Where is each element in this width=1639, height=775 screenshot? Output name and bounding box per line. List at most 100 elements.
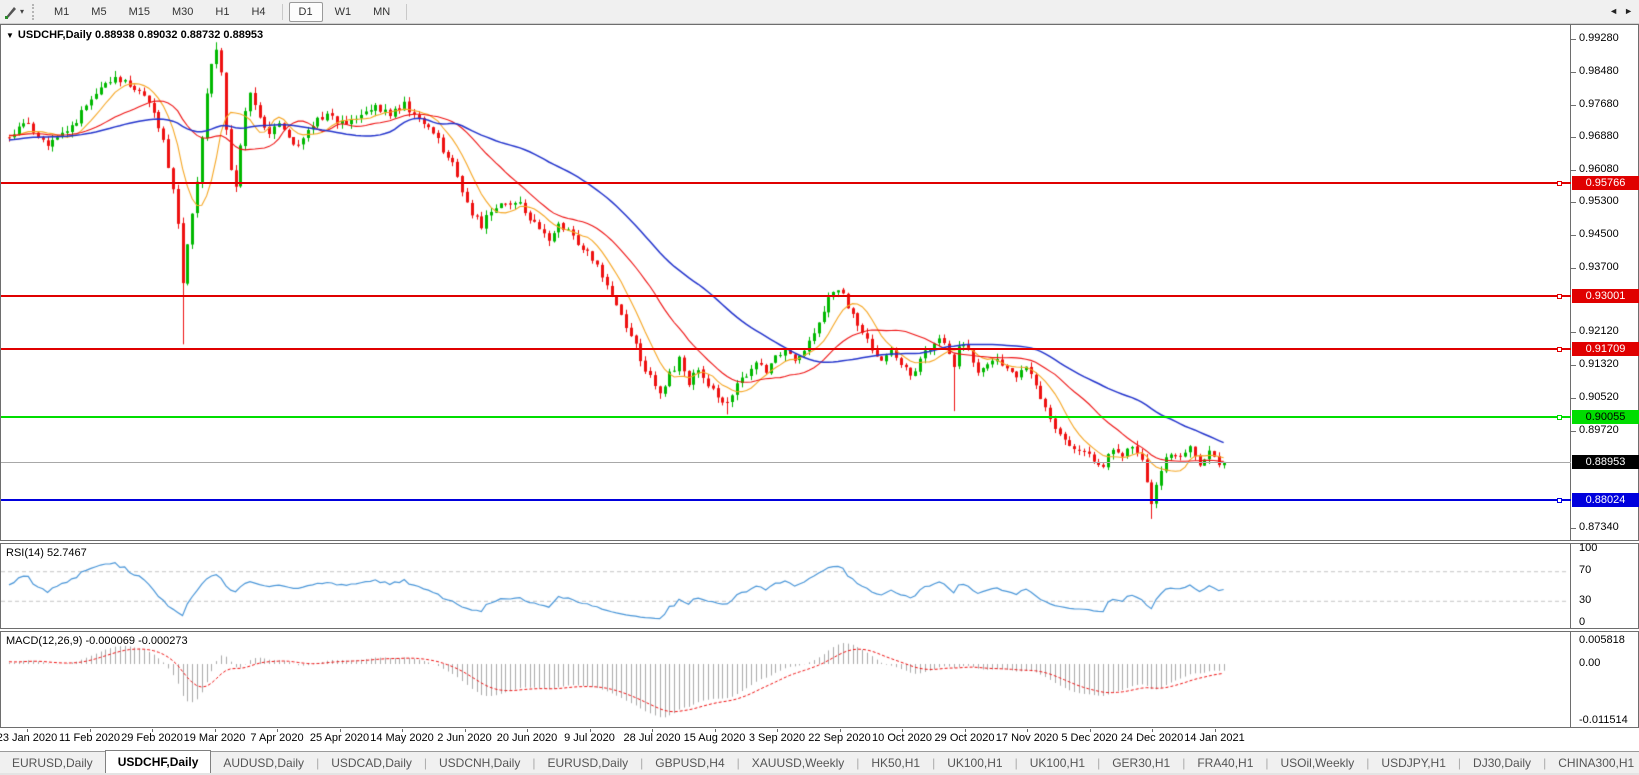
chart-tab-usdchf-daily[interactable]: USDCHF,Daily — [104, 750, 212, 773]
chart-tab-fra40-h1[interactable]: FRA40,H1 — [1185, 753, 1265, 774]
macd-axis-label: 0.005818 — [1579, 634, 1625, 646]
chart-tab-eurusd-daily[interactable]: EURUSD,Daily — [535, 753, 640, 774]
chart-tab-usdcnh-daily[interactable]: USDCNH,Daily — [427, 753, 532, 774]
toolbar-separator — [406, 3, 408, 20]
chart-dropdown-icon[interactable]: ▼ — [6, 31, 14, 40]
line-handle[interactable] — [1557, 415, 1562, 421]
date-axis-label: 17 Nov 2020 — [995, 732, 1059, 744]
price-axis-label: 0.96080 — [1579, 163, 1619, 176]
date-axis-label: 14 Jan 2021 — [1184, 732, 1245, 744]
price-axis-tick-mark — [1571, 170, 1576, 172]
line-handle[interactable] — [1557, 347, 1562, 353]
horizontal-level-line[interactable] — [1, 499, 1571, 502]
macd-axis-label: 0.00 — [1579, 657, 1601, 669]
date-axis-label: 25 Apr 2020 — [309, 732, 370, 744]
price-axis-label: 0.94500 — [1579, 227, 1619, 240]
price-axis-label: 0.97680 — [1579, 97, 1619, 110]
timeframe-button-d1[interactable]: D1 — [288, 1, 323, 22]
chart-tab-dj30-daily[interactable]: DJ30,Daily — [1461, 753, 1543, 774]
price-axis-label: 0.89720 — [1579, 423, 1619, 436]
macd-canvas[interactable] — [1, 632, 1569, 727]
chart-tab-hk50-h1[interactable]: HK50,H1 — [859, 753, 932, 774]
chart-tab-usdcad-daily[interactable]: USDCAD,Daily — [319, 753, 424, 774]
timeframe-button-h4[interactable]: H4 — [241, 2, 275, 22]
toolbar-grip[interactable] — [32, 3, 39, 20]
chart-tab-usoil-weekly[interactable]: USOil,Weekly — [1269, 753, 1367, 774]
price-axis-label: 0.87340 — [1579, 521, 1619, 534]
timeframe-button-h1[interactable]: H1 — [205, 2, 239, 22]
timeframe-button-w1[interactable]: W1 — [325, 2, 362, 22]
price-axis-label: 0.96880 — [1579, 130, 1619, 143]
price-axis-label: 0.95300 — [1579, 195, 1619, 208]
tab-scroll-left-icon[interactable]: ◄ — [1609, 6, 1618, 16]
line-handle[interactable] — [1557, 294, 1562, 300]
price-axis-tick-mark — [1571, 202, 1576, 204]
price-axis-tick-mark — [1571, 398, 1576, 400]
price-chart-panel[interactable]: ▼ USDCHF,Daily 0.88938 0.89032 0.88732 0.… — [0, 24, 1639, 541]
line-handle[interactable] — [1557, 181, 1562, 187]
price-level-badge: 0.91709 — [1572, 342, 1639, 357]
date-axis-label: 28 Jul 2020 — [623, 732, 681, 744]
chart-tab-uk100-h1[interactable]: UK100,H1 — [1018, 753, 1097, 774]
rsi-indicator-panel[interactable]: RSI(14) 52.7467 100 70 30 0 — [0, 542, 1639, 629]
macd-indicator-panel[interactable]: MACD(12,26,9) -0.000069 -0.000273 0.0058… — [0, 631, 1639, 728]
price-axis-label: 0.92120 — [1579, 325, 1619, 338]
timeframe-button-m30[interactable]: M30 — [162, 2, 203, 22]
date-axis[interactable]: 23 Jan 2020 11 Feb 2020 29 Feb 2020 19 Mar … — [0, 729, 1639, 748]
chevron-down-icon[interactable]: ▾ — [20, 7, 24, 16]
chart-tool-button[interactable]: ▾ — [0, 0, 28, 23]
chart-ohlc-values: 0.88938 0.89032 0.88732 0.88953 — [94, 29, 264, 41]
chart-tab-uk100-h1[interactable]: UK100,H1 — [935, 753, 1014, 774]
toolbar-separator — [281, 3, 283, 20]
date-axis-label: 22 Sep 2020 — [808, 732, 871, 744]
chart-tab-bar: EURUSD,Daily USDCHF,Daily AUDUSD,Daily | USD… — [0, 750, 1639, 774]
price-axis-label: 0.91320 — [1579, 358, 1619, 371]
price-axis-tick-mark — [1571, 39, 1576, 40]
price-axis-tick-mark — [1571, 71, 1576, 73]
price-axis-tick-mark — [1571, 365, 1576, 367]
current-price-line — [1, 462, 1571, 464]
line-handle[interactable] — [1557, 498, 1562, 504]
rsi-axis-label: 100 — [1579, 542, 1598, 554]
date-axis-label: 29 Oct 2020 — [934, 732, 995, 744]
chart-tab-audusd-daily[interactable]: AUDUSD,Daily — [211, 753, 316, 774]
tab-scroll-right-icon[interactable]: ► — [1624, 6, 1633, 16]
price-axis-tick-mark — [1571, 104, 1576, 106]
timeframe-button-m5[interactable]: M5 — [81, 2, 116, 22]
rsi-plot-area[interactable] — [1, 544, 1571, 628]
horizontal-level-line[interactable] — [1, 295, 1571, 298]
tab-scroll-buttons: ◄ ► — [1605, 4, 1637, 18]
date-axis-label: 14 May 2020 — [370, 732, 434, 744]
current-price-badge: 0.88953 — [1572, 455, 1639, 470]
price-axis-tick-mark — [1571, 137, 1576, 139]
chart-tab-eurusd-daily[interactable]: EURUSD,Daily — [0, 753, 105, 774]
price-axis-tick-mark — [1571, 332, 1576, 334]
price-axis-tick-mark — [1571, 267, 1576, 269]
horizontal-level-line[interactable] — [1, 416, 1571, 419]
date-axis-label: 3 Sep 2020 — [748, 732, 806, 744]
date-axis-label: 19 Mar 2020 — [183, 732, 246, 744]
chart-tab-usdjpy-h1[interactable]: USDJPY,H1 — [1369, 753, 1457, 774]
horizontal-level-line[interactable] — [1, 182, 1571, 185]
macd-label: MACD(12,26,9) -0.000069 -0.000273 — [6, 635, 188, 647]
macd-plot-area[interactable] — [1, 632, 1571, 727]
date-axis-label: 23 Jan 2020 — [0, 732, 58, 744]
price-level-badge: 0.95766 — [1572, 176, 1639, 191]
date-axis-label: 10 Oct 2020 — [872, 732, 932, 744]
date-axis-label: 7 Apr 2020 — [250, 732, 304, 744]
chart-tab-ger30-h1[interactable]: GER30,H1 — [1100, 753, 1182, 774]
timeframe-button-m15[interactable]: M15 — [119, 2, 160, 22]
date-axis-label: 11 Feb 2020 — [59, 732, 120, 744]
price-level-badge: 0.93001 — [1572, 289, 1639, 304]
chart-tab-xauusd-weekly[interactable]: XAUUSD,Weekly — [740, 753, 856, 774]
timeframe-button-m1[interactable]: M1 — [44, 2, 79, 22]
price-axis-tick-mark — [1571, 430, 1576, 432]
timeframe-button-mn[interactable]: MN — [363, 2, 400, 22]
chart-tab-china300-h1[interactable]: CHINA300,H1 — [1546, 753, 1639, 774]
chart-tab-gbpusd-h4[interactable]: GBPUSD,H4 — [643, 753, 736, 774]
horizontal-level-line[interactable] — [1, 348, 1571, 351]
timeframe-toolbar: ▾ M1 M5 M15 M30 H1 H4 D1 W1 MN — [0, 0, 1639, 24]
price-level-badge: 0.88024 — [1572, 493, 1639, 508]
date-axis-label: 5 Dec 2020 — [1061, 732, 1118, 744]
rsi-canvas[interactable] — [1, 544, 1569, 628]
